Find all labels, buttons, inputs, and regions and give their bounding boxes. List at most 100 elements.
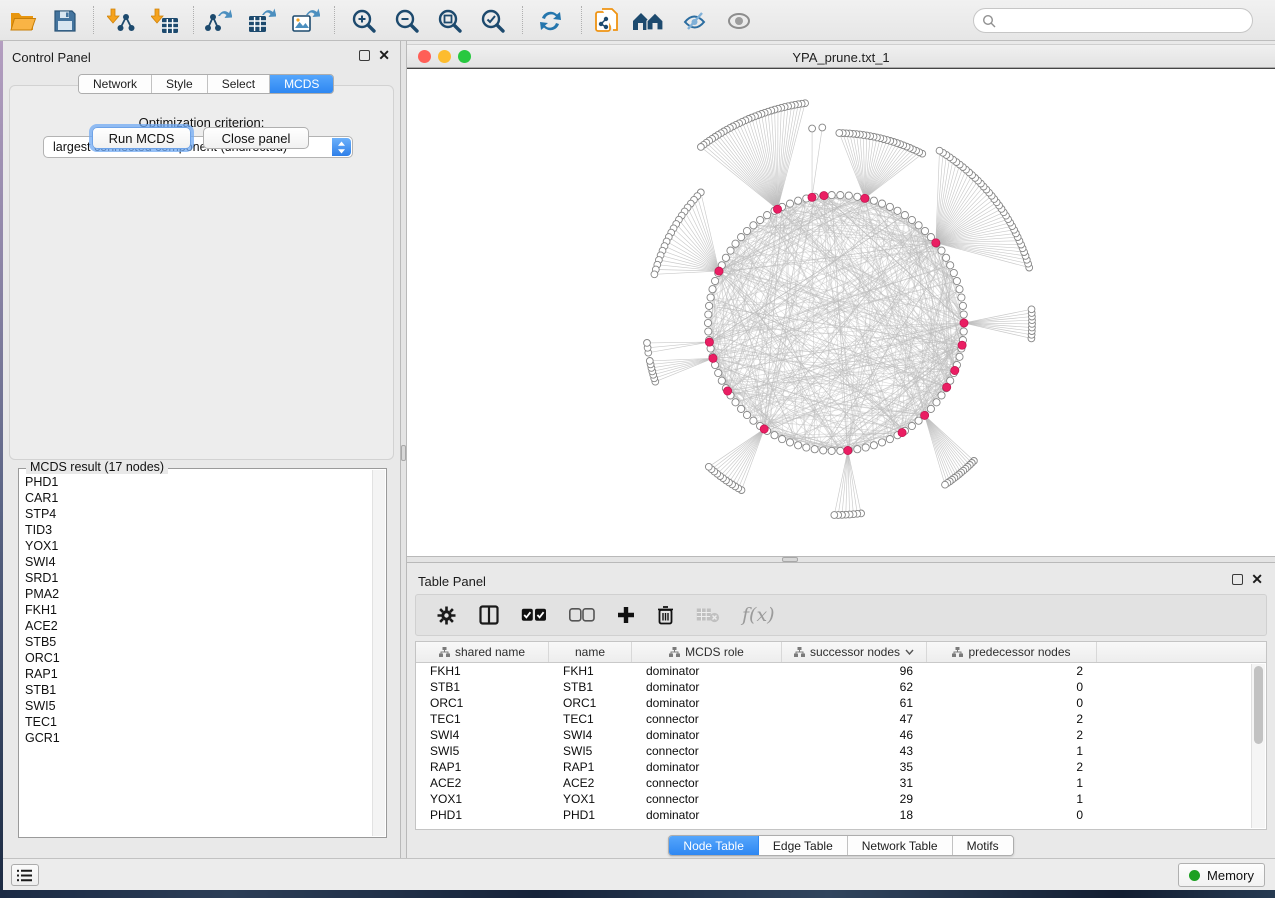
tab-style[interactable]: Style [152, 75, 208, 93]
zoom-in-button[interactable] [347, 5, 381, 36]
graph-node[interactable] [836, 130, 843, 137]
graph-node[interactable] [795, 442, 802, 449]
vertical-splitter-handle[interactable] [401, 445, 406, 461]
graph-mcds-node[interactable] [932, 239, 940, 247]
table-row[interactable]: SWI4SWI4dominator462 [416, 727, 1266, 743]
graph-node[interactable] [908, 422, 915, 429]
close-panel-icon[interactable]: ✕ [378, 50, 390, 61]
export-table-button[interactable] [245, 5, 279, 36]
graph-mcds-node[interactable] [760, 425, 768, 433]
show-column-panel-button[interactable] [479, 605, 499, 625]
graph-node[interactable] [722, 254, 729, 261]
save-session-button[interactable] [48, 5, 82, 36]
mcds-result-item[interactable]: RAP1 [22, 666, 370, 682]
mcds-result-item[interactable]: STB5 [22, 634, 370, 650]
graph-mcds-node[interactable] [773, 205, 781, 213]
delete-columns-button[interactable] [657, 605, 674, 625]
graph-node[interactable] [870, 197, 877, 204]
graph-node[interactable] [908, 216, 915, 223]
graph-node[interactable] [705, 463, 712, 470]
graph-node[interactable] [953, 277, 960, 284]
graph-node[interactable] [854, 446, 861, 453]
table-settings-button[interactable] [436, 605, 457, 626]
unselect-all-columns-button[interactable] [569, 608, 595, 622]
hide-preview-button[interactable] [678, 5, 712, 36]
graph-node[interactable] [938, 392, 945, 399]
graph-node[interactable] [943, 254, 950, 261]
graph-node[interactable] [878, 439, 885, 446]
export-image-button[interactable] [289, 5, 323, 36]
table-row[interactable]: ORC1ORC1dominator610 [416, 695, 1266, 711]
graph-node[interactable] [786, 439, 793, 446]
graph-node[interactable] [706, 302, 713, 309]
graph-node[interactable] [828, 192, 835, 199]
graph-node[interactable] [743, 227, 750, 234]
float-panel-icon[interactable] [359, 50, 370, 61]
show-log-console-button[interactable] [11, 864, 39, 886]
mcds-result-item[interactable]: STB1 [22, 682, 370, 698]
graph-node[interactable] [811, 446, 818, 453]
graph-node[interactable] [878, 200, 885, 207]
graph-node[interactable] [820, 447, 827, 454]
graph-node[interactable] [886, 436, 893, 443]
refresh-button[interactable] [533, 5, 567, 36]
zoom-selected-button[interactable] [476, 5, 510, 36]
graph-node[interactable] [704, 319, 711, 326]
graph-mcds-node[interactable] [844, 446, 852, 454]
network-graph[interactable] [407, 69, 1275, 557]
graph-node[interactable] [915, 417, 922, 424]
horizontal-splitter-handle[interactable] [782, 557, 798, 562]
graph-node[interactable] [786, 200, 793, 207]
graph-node[interactable] [938, 247, 945, 254]
function-builder-button[interactable]: f(x) [742, 604, 775, 626]
tab-node-table[interactable]: Node Table [669, 836, 759, 855]
graph-mcds-node[interactable] [958, 341, 966, 349]
graph-node[interactable] [718, 377, 725, 384]
graph-node[interactable] [960, 328, 967, 335]
graph-mcds-node[interactable] [951, 366, 959, 374]
graph-node[interactable] [886, 203, 893, 210]
graph-mcds-node[interactable] [705, 338, 713, 346]
graph-node[interactable] [956, 353, 963, 360]
graph-node[interactable] [779, 436, 786, 443]
graph-node[interactable] [854, 193, 861, 200]
global-search-field[interactable] [973, 8, 1253, 33]
graph-node[interactable] [915, 222, 922, 229]
graph-node[interactable] [727, 247, 734, 254]
table-row[interactable]: ACE2ACE2connector311 [416, 775, 1266, 791]
graph-node[interactable] [738, 234, 745, 241]
fit-content-button[interactable] [433, 5, 467, 36]
graph-node[interactable] [942, 481, 949, 488]
graph-node[interactable] [958, 294, 965, 301]
delete-table-button[interactable] [696, 607, 720, 623]
table-row[interactable]: STB1STB1dominator620 [416, 679, 1266, 695]
graph-node[interactable] [803, 444, 810, 451]
graph-node[interactable] [707, 294, 714, 301]
table-row[interactable]: SWI5SWI5connector431 [416, 743, 1266, 759]
graph-node[interactable] [921, 227, 928, 234]
column-header-predecessor-nodes[interactable]: predecessor nodes [927, 642, 1097, 662]
float-table-panel-icon[interactable] [1232, 574, 1243, 585]
column-header-successor-nodes[interactable]: successor nodes [782, 642, 927, 662]
graph-node[interactable] [651, 271, 658, 278]
table-row[interactable]: YOX1YOX1connector291 [416, 791, 1266, 807]
mcds-result-item[interactable]: TEC1 [22, 714, 370, 730]
zoom-out-button[interactable] [390, 5, 424, 36]
graph-node[interactable] [1028, 306, 1035, 313]
graph-node[interactable] [644, 340, 651, 347]
show-preview-button[interactable] [722, 5, 756, 36]
graph-node[interactable] [757, 216, 764, 223]
graph-node[interactable] [837, 447, 844, 454]
home-networks-button[interactable] [632, 5, 666, 36]
mcds-result-item[interactable]: ORC1 [22, 650, 370, 666]
mcds-result-item[interactable]: FKH1 [22, 602, 370, 618]
graph-node[interactable] [870, 442, 877, 449]
graph-node[interactable] [947, 262, 954, 269]
graph-node[interactable] [764, 212, 771, 219]
graph-node[interactable] [732, 240, 739, 247]
export-network-button[interactable] [201, 5, 235, 36]
mcds-result-item[interactable]: PHD1 [22, 474, 370, 490]
graph-node[interactable] [901, 212, 908, 219]
graph-mcds-node[interactable] [898, 429, 906, 437]
graph-mcds-node[interactable] [715, 267, 723, 275]
